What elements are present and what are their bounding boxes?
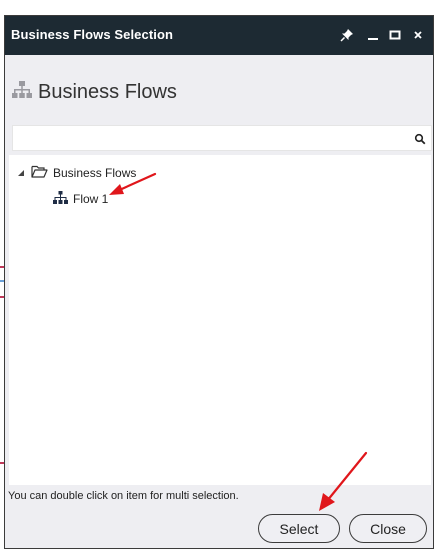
tree-item-label: Flow 1 <box>73 192 109 206</box>
title-bar[interactable]: Business Flows Selection <box>5 16 433 55</box>
pin-icon[interactable] <box>336 24 358 46</box>
window-title: Business Flows Selection <box>11 27 174 42</box>
folder-open-icon <box>31 165 48 181</box>
expand-triangle-icon[interactable] <box>17 166 25 180</box>
business-flows-tree[interactable]: Business Flows Flow 1 <box>9 155 431 485</box>
tree-item-flow-1[interactable]: Flow 1 <box>53 189 108 209</box>
search-icon[interactable] <box>414 132 426 145</box>
close-button[interactable]: Close <box>349 514 427 543</box>
page-title: Business Flows <box>38 80 177 103</box>
flow-icon <box>53 191 68 207</box>
tree-root-label: Business Flows <box>53 166 137 180</box>
close-icon[interactable] <box>407 24 429 46</box>
search-box[interactable] <box>12 125 432 151</box>
maximize-icon[interactable] <box>384 24 406 46</box>
business-flows-selection-dialog: Business Flows Selection Business Flows … <box>4 15 434 549</box>
multi-selection-hint: You can double click on item for multi s… <box>8 490 239 502</box>
business-flows-icon <box>12 80 32 104</box>
page-header: Business Flows <box>12 80 177 104</box>
search-input[interactable] <box>13 126 417 150</box>
select-button[interactable]: Select <box>258 514 340 543</box>
minimize-icon[interactable] <box>362 24 384 46</box>
tree-root-business-flows[interactable]: Business Flows <box>17 163 136 183</box>
